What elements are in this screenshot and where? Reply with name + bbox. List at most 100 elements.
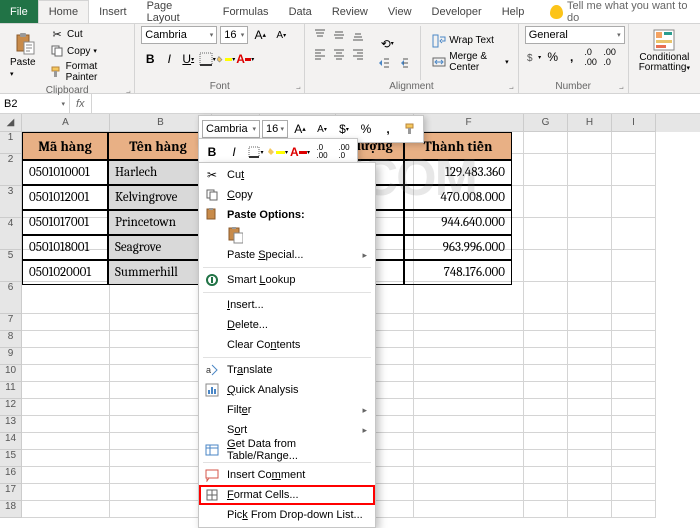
cell[interactable] [22, 484, 110, 501]
mini-font-color[interactable]: A▾ [290, 142, 310, 162]
cell[interactable] [414, 382, 524, 399]
mini-format-painter[interactable] [400, 119, 420, 139]
align-bottom[interactable] [349, 26, 367, 44]
ctx-insert[interactable]: Insert... [199, 295, 375, 315]
cell[interactable] [110, 450, 212, 467]
cell[interactable] [568, 416, 612, 433]
cell[interactable] [568, 331, 612, 348]
mini-bold[interactable]: B [202, 142, 222, 162]
cell[interactable] [612, 331, 656, 348]
align-top[interactable] [311, 26, 329, 44]
cell[interactable] [524, 382, 568, 399]
cell[interactable] [524, 218, 568, 250]
ctx-clear-contents[interactable]: Clear Contents [199, 335, 375, 355]
col-F[interactable]: F [414, 114, 524, 132]
cell[interactable] [612, 467, 656, 484]
row-1[interactable]: 1 [0, 132, 22, 154]
cell[interactable] [414, 365, 524, 382]
mini-dec-decimal[interactable]: .00.0 [334, 142, 354, 162]
cell[interactable] [612, 132, 656, 154]
cell[interactable] [22, 314, 110, 331]
orientation-button[interactable]: ⟲▾ [375, 35, 399, 53]
cell[interactable] [612, 186, 656, 218]
tab-review[interactable]: Review [322, 0, 378, 23]
ctx-quick-analysis[interactable]: Quick Analysis [199, 380, 375, 400]
cell[interactable] [110, 282, 212, 314]
cell[interactable] [22, 331, 110, 348]
font-size-select[interactable]: 16▾ [220, 26, 248, 44]
cell[interactable] [612, 501, 656, 518]
merge-center-button[interactable]: Merge & Center ▾ [429, 50, 511, 74]
cell[interactable] [568, 154, 612, 186]
row-12[interactable]: 12 [0, 399, 22, 416]
cell[interactable] [524, 250, 568, 282]
cell[interactable] [110, 416, 212, 433]
cell[interactable] [612, 218, 656, 250]
cell-selected[interactable]: Summerhill [108, 260, 208, 285]
row-8[interactable]: 8 [0, 331, 22, 348]
row-9[interactable]: 9 [0, 348, 22, 365]
cell[interactable] [110, 484, 212, 501]
mini-fill-color[interactable]: ▾ [268, 142, 288, 162]
mini-font-size[interactable]: 16▾ [262, 120, 288, 138]
cell[interactable] [612, 154, 656, 186]
cell[interactable]: 944.640.000 [404, 210, 512, 235]
ctx-filter[interactable]: Filter▸ [199, 400, 375, 420]
fill-color-button[interactable]: ▾ [217, 50, 235, 68]
cell-selected[interactable]: Harlech [108, 160, 208, 185]
cell[interactable] [568, 348, 612, 365]
cell[interactable] [414, 501, 524, 518]
row-10[interactable]: 10 [0, 365, 22, 382]
cell[interactable] [612, 484, 656, 501]
font-name-select[interactable]: Cambria▾ [141, 26, 217, 44]
bold-button[interactable]: B [141, 50, 159, 68]
cell[interactable] [524, 331, 568, 348]
cell-selected[interactable]: Seagrove [108, 235, 208, 260]
cell[interactable] [414, 416, 524, 433]
ctx-paste-special[interactable]: Paste Special...▸ [199, 245, 375, 265]
formula-input[interactable] [92, 94, 700, 113]
cut-button[interactable]: ✂Cut [47, 26, 128, 42]
increase-font-button[interactable]: A▴ [251, 26, 269, 44]
col-I[interactable]: I [612, 114, 656, 132]
cell[interactable] [612, 314, 656, 331]
cell[interactable]: 0501012001 [22, 185, 108, 210]
paste-button[interactable]: Paste ▾ [6, 26, 43, 84]
cell[interactable]: 129.483.360 [404, 160, 512, 185]
cell[interactable] [110, 382, 212, 399]
th-ten-hang[interactable]: Tên hàng [108, 132, 208, 160]
percent-format[interactable]: % [544, 48, 562, 66]
row-14[interactable]: 14 [0, 433, 22, 450]
tab-developer[interactable]: Developer [422, 0, 492, 23]
tab-help[interactable]: Help [492, 0, 535, 23]
row-4[interactable]: 4 [0, 218, 22, 250]
ctx-smart-lookup[interactable]: Smart Lookup [199, 270, 375, 290]
cell[interactable] [524, 282, 568, 314]
cell[interactable] [568, 218, 612, 250]
th-ma-hang[interactable]: Mã hàng [22, 132, 108, 160]
mini-decrease-font[interactable]: A▾ [312, 119, 332, 139]
row-15[interactable]: 15 [0, 450, 22, 467]
tab-formulas[interactable]: Formulas [213, 0, 279, 23]
cell[interactable] [524, 484, 568, 501]
cell[interactable] [22, 282, 110, 314]
cell[interactable] [568, 399, 612, 416]
tab-page-layout[interactable]: Page Layout [137, 0, 213, 23]
cell[interactable] [110, 501, 212, 518]
ctx-sort[interactable]: Sort▸ [199, 420, 375, 440]
align-middle[interactable] [330, 26, 348, 44]
cell[interactable] [110, 399, 212, 416]
ctx-copy[interactable]: Copy [199, 185, 375, 205]
align-center[interactable] [330, 45, 348, 63]
cell[interactable] [568, 186, 612, 218]
comma-format[interactable]: , [563, 48, 581, 66]
decrease-decimal[interactable]: .00.0 [601, 48, 619, 66]
tab-file[interactable]: File [0, 0, 38, 23]
col-H[interactable]: H [568, 114, 612, 132]
cell[interactable] [22, 348, 110, 365]
mini-comma[interactable]: , [378, 119, 398, 139]
tab-insert[interactable]: Insert [89, 0, 137, 23]
mini-italic[interactable]: I [224, 142, 244, 162]
cell[interactable] [414, 314, 524, 331]
ctx-get-data[interactable]: Get Data from Table/Range... [199, 440, 375, 460]
